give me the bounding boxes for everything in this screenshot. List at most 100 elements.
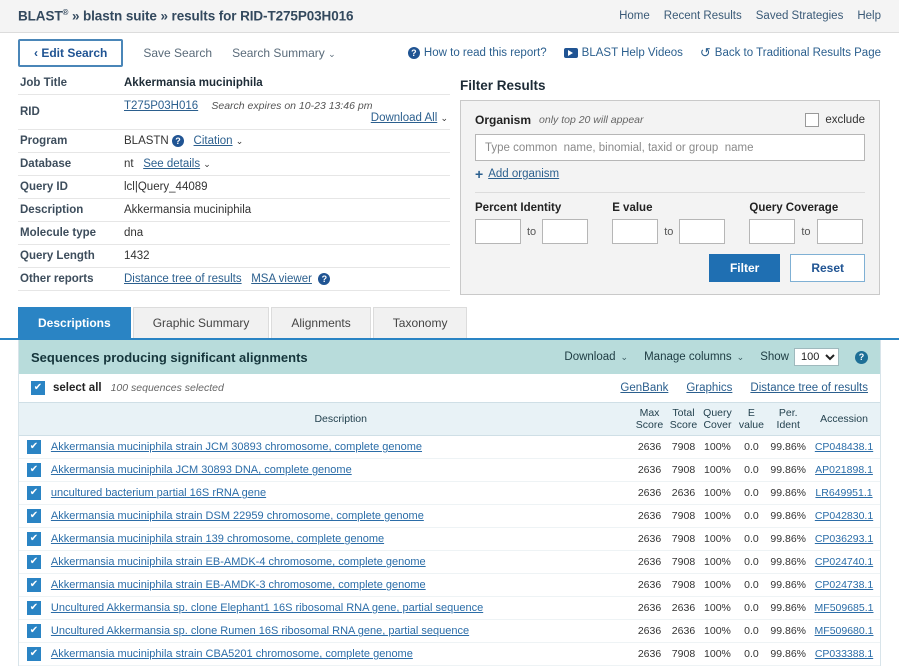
- row-accession-link[interactable]: CP033388.1: [815, 648, 873, 660]
- info-row-database: Database nt See details ⌄: [18, 153, 450, 176]
- row-checkbox[interactable]: ✔: [26, 624, 41, 639]
- blast-help-videos-link[interactable]: BLAST Help Videos: [563, 47, 683, 59]
- tab-taxonomy[interactable]: Taxonomy: [372, 307, 468, 338]
- msa-viewer-link[interactable]: MSA viewer: [251, 273, 312, 285]
- header-max-score[interactable]: Max Score: [632, 401, 667, 437]
- row-checkbox[interactable]: ✔: [26, 486, 41, 501]
- table-row: ✔ Uncultured Akkermansia sp. clone Rumen …: [19, 619, 880, 644]
- evalue-to-input[interactable]: [679, 219, 726, 244]
- row-checkbox[interactable]: ✔: [26, 440, 41, 455]
- row-accession-link[interactable]: CP048438.1: [815, 441, 873, 453]
- row-accession-link[interactable]: MF509685.1: [815, 602, 874, 614]
- back-to-traditional-results-link[interactable]: ↺ Back to Traditional Results Page: [700, 45, 881, 61]
- header-per-ident[interactable]: Per. Ident: [768, 401, 809, 437]
- download-all-menu[interactable]: Download All ⌄: [371, 112, 448, 124]
- row-description-link[interactable]: Uncultured Akkermansia sp. clone Rumen 1…: [51, 625, 469, 637]
- nav-saved-strategies[interactable]: Saved Strategies: [756, 10, 844, 22]
- see-details-link[interactable]: See details: [143, 158, 200, 170]
- reset-button[interactable]: Reset: [790, 254, 865, 282]
- tab-graphic-summary[interactable]: Graphic Summary: [132, 307, 270, 338]
- header-query-cover[interactable]: Query Cover: [700, 401, 735, 437]
- nav-recent-results[interactable]: Recent Results: [664, 10, 742, 22]
- row-description-cell: Akkermansia muciniphila strain CBA5201 c…: [48, 642, 633, 666]
- row-description-link[interactable]: Akkermansia muciniphila strain EB-AMDK-3…: [51, 579, 426, 591]
- save-search-link[interactable]: Save Search: [143, 46, 212, 60]
- row-accession-link[interactable]: LR649951.1: [815, 487, 872, 499]
- exclude-toggle[interactable]: exclude: [805, 113, 865, 127]
- tab-alignments[interactable]: Alignments: [271, 307, 371, 338]
- row-accession-link[interactable]: MF509680.1: [815, 625, 874, 637]
- row-checkbox[interactable]: ✔: [26, 509, 41, 524]
- nav-help[interactable]: Help: [857, 10, 881, 22]
- help-icon[interactable]: ?: [855, 350, 868, 364]
- exclude-checkbox[interactable]: [805, 113, 820, 127]
- header-accession[interactable]: Accession: [808, 401, 880, 437]
- distance-tree-results-link[interactable]: Distance tree of results: [750, 382, 868, 394]
- row-checkbox[interactable]: ✔: [26, 601, 41, 616]
- row-checkbox[interactable]: ✔: [26, 532, 41, 547]
- query-coverage-to-input[interactable]: [816, 219, 863, 244]
- row-description-link[interactable]: Uncultured Akkermansia sp. clone Elephan…: [51, 602, 483, 614]
- row-max-score: 2636: [632, 481, 667, 506]
- plus-icon: +: [475, 166, 484, 182]
- masthead-nav: Home Recent Results Saved Strategies Hel…: [619, 10, 881, 22]
- row-description-cell: Akkermansia muciniphila strain EB-AMDK-3…: [48, 573, 633, 598]
- row-query-cover: 100%: [700, 550, 735, 575]
- row-checkbox[interactable]: ✔: [26, 578, 41, 593]
- row-checkbox[interactable]: ✔: [26, 463, 41, 478]
- graphics-link[interactable]: Graphics: [686, 382, 732, 394]
- brand-blast: BLAST: [18, 8, 63, 24]
- organism-input[interactable]: [475, 134, 865, 161]
- header-evalue[interactable]: E value: [734, 401, 769, 437]
- row-description-link[interactable]: Akkermansia muciniphila JCM 30893 DNA, c…: [51, 464, 352, 476]
- row-description-link[interactable]: Akkermansia muciniphila strain CBA5201 c…: [51, 648, 413, 660]
- nav-home[interactable]: Home: [619, 10, 650, 22]
- row-accession-link[interactable]: CP024738.1: [815, 579, 873, 591]
- row-accession-link[interactable]: AP021898.1: [815, 464, 873, 476]
- label-rid: RID: [20, 106, 40, 118]
- edit-search-button[interactable]: ‹ Edit Search: [18, 38, 124, 67]
- select-all-checkbox[interactable]: ✔: [31, 381, 45, 395]
- add-organism-row[interactable]: + Add organism: [475, 167, 865, 181]
- label-other-reports: Other reports: [20, 273, 94, 285]
- row-description-link[interactable]: uncultured bacterium partial 16S rRNA ge…: [51, 487, 266, 499]
- row-description-link[interactable]: Akkermansia muciniphila strain 139 chrom…: [51, 533, 384, 545]
- evalue-from-input[interactable]: [612, 219, 659, 244]
- row-accession-link[interactable]: CP036293.1: [815, 533, 873, 545]
- citation-link[interactable]: Citation: [194, 135, 233, 147]
- row-query-cover: 100%: [700, 596, 735, 621]
- row-description-cell: Uncultured Akkermansia sp. clone Elephan…: [48, 596, 633, 621]
- rid-link[interactable]: T275P03H016: [124, 100, 198, 112]
- percent-identity-from-input[interactable]: [475, 219, 521, 244]
- row-accession-link[interactable]: CP042830.1: [815, 510, 873, 522]
- tab-descriptions[interactable]: Descriptions: [18, 307, 131, 338]
- how-to-read-report-link[interactable]: ? How to read this report?: [407, 46, 547, 59]
- filter-button[interactable]: Filter: [708, 254, 781, 282]
- row-checkbox[interactable]: ✔: [26, 555, 41, 570]
- row-description-link[interactable]: Akkermansia muciniphila strain DSM 22959…: [51, 510, 424, 522]
- download-all-label[interactable]: Download All: [371, 112, 437, 124]
- add-organism-link[interactable]: Add organism: [488, 168, 559, 180]
- row-description-link[interactable]: Akkermansia muciniphila strain JCM 30893…: [51, 441, 422, 453]
- row-per-ident: 99.86%: [768, 619, 809, 644]
- header-description[interactable]: Description: [48, 401, 633, 437]
- download-menu[interactable]: Download ⌄: [564, 351, 628, 363]
- manage-columns-menu[interactable]: Manage columns ⌄: [644, 351, 744, 363]
- percent-identity-to-input[interactable]: [542, 219, 589, 244]
- rid-expiry-note: Search expires on 10-23 13:46 pm: [211, 100, 373, 112]
- row-accession-link[interactable]: CP024740.1: [815, 556, 873, 568]
- search-summary-link[interactable]: Search Summary ⌄: [232, 46, 336, 60]
- chevron-down-icon: ⌄: [736, 351, 745, 362]
- header-select: [19, 401, 49, 437]
- how-to-read-label: How to read this report?: [423, 46, 547, 59]
- query-coverage-from-input[interactable]: [749, 219, 796, 244]
- row-checkbox[interactable]: ✔: [26, 647, 41, 662]
- header-total-score[interactable]: Total Score: [666, 401, 701, 437]
- genbank-link[interactable]: GenBank: [620, 382, 668, 394]
- row-description-link[interactable]: Akkermansia muciniphila strain EB-AMDK-4…: [51, 556, 426, 568]
- show-label: Show: [760, 351, 789, 363]
- distance-tree-link[interactable]: Distance tree of results: [124, 273, 242, 285]
- question-icon[interactable]: ?: [171, 135, 184, 147]
- show-count-select[interactable]: 100: [794, 348, 839, 366]
- question-icon[interactable]: ?: [318, 273, 331, 285]
